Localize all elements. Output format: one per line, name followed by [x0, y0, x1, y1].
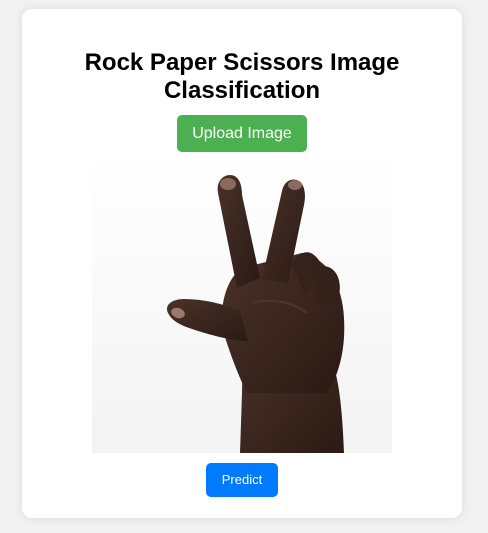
upload-image-button[interactable]: Upload Image	[177, 115, 307, 152]
uploaded-image-preview	[92, 153, 392, 453]
predict-button[interactable]: Predict	[206, 463, 278, 497]
hand-scissors-image	[92, 153, 392, 453]
classifier-card: Rock Paper Scissors Image Classification…	[22, 9, 462, 518]
page-title: Rock Paper Scissors Image Classification	[84, 49, 400, 104]
